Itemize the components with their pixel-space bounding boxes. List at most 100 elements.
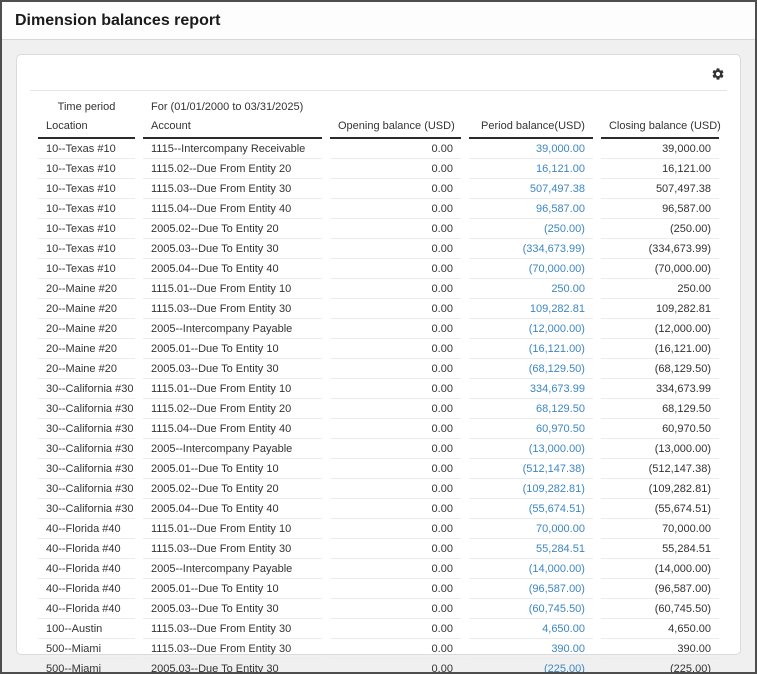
opening-balance-cell: 0.00: [330, 559, 461, 579]
location-cell: 20--Maine #20: [38, 279, 135, 299]
account-cell: 1115--Intercompany Receivable: [143, 139, 322, 159]
account-cell: 2005.02--Due To Entity 20: [143, 479, 322, 499]
account-cell: 1115.04--Due From Entity 40: [143, 199, 322, 219]
location-cell: 30--California #30: [38, 419, 135, 439]
opening-balance-cell: 0.00: [330, 499, 461, 519]
closing-balance-cell: 334,673.99: [601, 379, 719, 399]
period-balance-link[interactable]: (334,673.99): [469, 239, 593, 259]
report-window: Dimension balances report: [0, 0, 757, 674]
account-cell: 1115.01--Due From Entity 10: [143, 279, 322, 299]
location-cell: 10--Texas #10: [38, 219, 135, 239]
closing-balance-cell: (96,587.00): [601, 579, 719, 599]
account-cell: 1115.03--Due From Entity 30: [143, 639, 322, 659]
location-cell: 40--Florida #40: [38, 599, 135, 619]
opening-balance-cell: 0.00: [330, 439, 461, 459]
closing-balance-cell: 109,282.81: [601, 299, 719, 319]
closing-balance-cell: (250.00): [601, 219, 719, 239]
period-balance-link[interactable]: (68,129.50): [469, 359, 593, 379]
period-balance-link[interactable]: 390.00: [469, 639, 593, 659]
account-cell: 2005.04--Due To Entity 40: [143, 259, 322, 279]
location-cell: 100--Austin: [38, 619, 135, 639]
column-header-account: Account: [143, 118, 322, 139]
location-cell: 30--California #30: [38, 499, 135, 519]
table-row: 10--Texas #10 2005.02--Due To Entity 20 0.…: [38, 219, 719, 239]
period-balance-link[interactable]: (13,000.00): [469, 439, 593, 459]
location-cell: 10--Texas #10: [38, 259, 135, 279]
closing-balance-cell: 70,000.00: [601, 519, 719, 539]
period-balance-link[interactable]: (512,147.38): [469, 459, 593, 479]
account-cell: 2005--Intercompany Payable: [143, 319, 322, 339]
closing-balance-cell: (60,745.50): [601, 599, 719, 619]
table-row: 10--Texas #10 2005.03--Due To Entity 30 0.…: [38, 239, 719, 259]
account-cell: 2005.02--Due To Entity 20: [143, 219, 322, 239]
period-balance-link[interactable]: (70,000.00): [469, 259, 593, 279]
period-balance-link[interactable]: 60,970.50: [469, 419, 593, 439]
period-balance-link[interactable]: (12,000.00): [469, 319, 593, 339]
closing-balance-cell: 60,970.50: [601, 419, 719, 439]
location-cell: 30--California #30: [38, 399, 135, 419]
column-header-closing-balance: Closing balance (USD): [601, 118, 719, 139]
opening-balance-cell: 0.00: [330, 219, 461, 239]
period-balance-link[interactable]: 507,497.38: [469, 179, 593, 199]
location-cell: 20--Maine #20: [38, 339, 135, 359]
table-row: 40--Florida #402005.01--Due To Entity 10…: [38, 579, 719, 599]
account-cell: 2005.03--Due To Entity 30: [143, 239, 322, 259]
opening-balance-cell: 0.00: [330, 599, 461, 619]
period-balance-link[interactable]: 70,000.00: [469, 519, 593, 539]
opening-balance-cell: 0.00: [330, 239, 461, 259]
period-balance-link[interactable]: 334,673.99: [469, 379, 593, 399]
location-cell: 30--California #30: [38, 459, 135, 479]
closing-balance-cell: (334,673.99): [601, 239, 719, 259]
period-balance-link[interactable]: (16,121.00): [469, 339, 593, 359]
account-cell: 1115.04--Due From Entity 40: [143, 419, 322, 439]
table-row: 20--Maine #201115.03--Due From Entity 30…: [38, 299, 719, 319]
closing-balance-cell: 39,000.00: [601, 139, 719, 159]
opening-balance-cell: 0.00: [330, 619, 461, 639]
table-row: 20--Maine #202005--Intercompany Payable0…: [38, 319, 719, 339]
account-cell: 1115.03--Due From Entity 30: [143, 179, 322, 199]
page-title: Dimension balances report: [15, 12, 742, 30]
closing-balance-cell: (12,000.00): [601, 319, 719, 339]
account-cell: 2005.01--Due To Entity 10: [143, 579, 322, 599]
column-header-opening-balance: Opening balance (USD): [330, 118, 461, 139]
period-balance-link[interactable]: 39,000.00: [469, 139, 593, 159]
table-row: 500--Miami1115.03--Due From Entity 300.0…: [38, 639, 719, 659]
closing-balance-cell: 507,497.38: [601, 179, 719, 199]
settings-button[interactable]: [711, 67, 725, 81]
opening-balance-cell: 0.00: [330, 519, 461, 539]
period-balance-link[interactable]: (250.00): [469, 219, 593, 239]
gear-icon: [711, 69, 725, 84]
period-balance-link[interactable]: (225.00): [469, 659, 593, 674]
closing-balance-cell: (109,282.81): [601, 479, 719, 499]
account-cell: 1115.02--Due From Entity 20: [143, 159, 322, 179]
period-balance-link[interactable]: (60,745.50): [469, 599, 593, 619]
closing-balance-cell: (13,000.00): [601, 439, 719, 459]
period-balance-link[interactable]: (109,282.81): [469, 479, 593, 499]
table-row: 20--Maine #202005.01--Due To Entity 100.…: [38, 339, 719, 359]
title-bar: Dimension balances report: [2, 2, 755, 40]
period-balance-link[interactable]: (55,674.51): [469, 499, 593, 519]
table-row: 30--California #301115.01--Due From Enti…: [38, 379, 719, 399]
column-header-period-balance: Period balance(USD): [469, 118, 593, 139]
closing-balance-cell: (70,000.00): [601, 259, 719, 279]
period-balance-link[interactable]: (14,000.00): [469, 559, 593, 579]
period-balance-link[interactable]: 4,650.00: [469, 619, 593, 639]
location-cell: 40--Florida #40: [38, 539, 135, 559]
table-row: 10--Texas #101115.03--Due From Entity 30…: [38, 179, 719, 199]
period-balance-link[interactable]: 55,284.51: [469, 539, 593, 559]
report-body: Time period For (01/01/2000 to 03/31/202…: [2, 40, 755, 669]
period-balance-link[interactable]: 16,121.00: [469, 159, 593, 179]
period-balance-link[interactable]: 96,587.00: [469, 199, 593, 219]
period-balance-link[interactable]: 250.00: [469, 279, 593, 299]
closing-balance-cell: 68,129.50: [601, 399, 719, 419]
period-balance-link[interactable]: 68,129.50: [469, 399, 593, 419]
location-cell: 20--Maine #20: [38, 359, 135, 379]
period-balance-link[interactable]: (96,587.00): [469, 579, 593, 599]
table-row: 40--Florida #401115.03--Due From Entity …: [38, 539, 719, 559]
location-cell: 10--Texas #10: [38, 239, 135, 259]
time-period-label: Time period: [38, 94, 135, 118]
account-cell: 2005.03--Due To Entity 30: [143, 599, 322, 619]
opening-balance-cell: 0.00: [330, 159, 461, 179]
period-balance-link[interactable]: 109,282.81: [469, 299, 593, 319]
account-cell: 2005.04--Due To Entity 40: [143, 499, 322, 519]
